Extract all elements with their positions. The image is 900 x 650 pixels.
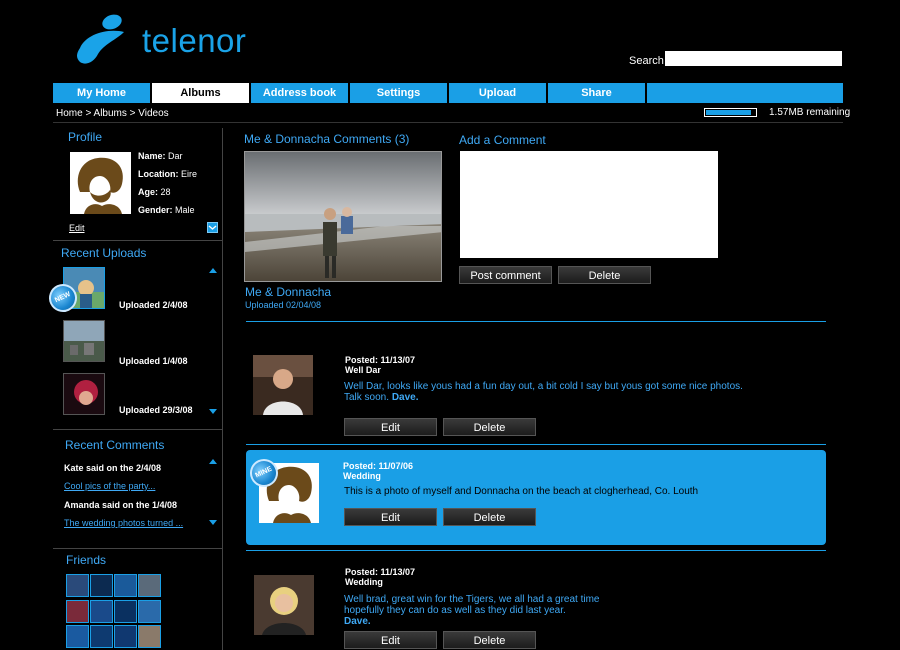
comment-text: Well Dar, looks like yous had a fun day … bbox=[344, 381, 754, 403]
header-divider bbox=[53, 122, 843, 123]
comment-delete-button[interactable]: Delete bbox=[443, 631, 536, 649]
sidebar-separator bbox=[53, 429, 222, 430]
profile-name: Name: Dar bbox=[138, 151, 183, 161]
comment-signature: Dave. bbox=[344, 616, 371, 627]
storage-bar bbox=[704, 108, 757, 117]
friends-grid bbox=[66, 574, 162, 650]
comment-delete-button[interactable]: Delete bbox=[443, 418, 536, 436]
comment-text: This is a photo of myself and Donnacha o… bbox=[344, 486, 699, 497]
breadcrumb: Home > Albums > Videos bbox=[56, 108, 169, 119]
search-label: Search bbox=[629, 55, 664, 67]
profile-gender-value: Male bbox=[175, 205, 195, 215]
telenor-logo-icon bbox=[77, 14, 124, 64]
upload-label-2: Uploaded 1/4/08 bbox=[119, 356, 188, 366]
friend-avatar[interactable] bbox=[90, 625, 113, 649]
telenor-logo[interactable]: telenor bbox=[72, 10, 252, 70]
recent-comment-link-1[interactable]: Cool pics of the party... bbox=[64, 481, 155, 491]
post-comment-button[interactable]: Post comment bbox=[459, 266, 552, 284]
comment-posted-date: Posted: 11/13/07 bbox=[345, 355, 416, 365]
friend-avatar[interactable] bbox=[90, 574, 113, 597]
friends-title: Friends bbox=[66, 553, 107, 567]
friend-avatar[interactable] bbox=[66, 599, 89, 623]
friend-avatar[interactable] bbox=[138, 625, 161, 649]
comment-delete-button[interactable]: Delete bbox=[443, 508, 536, 526]
recent-comment-link-2[interactable]: The wedding photos turned ... bbox=[64, 518, 183, 528]
comment-subject: Wedding bbox=[345, 577, 383, 587]
comment-body: Well brad, great win for the Tigers, we … bbox=[344, 594, 600, 616]
upload-label-3: Uploaded 29/3/08 bbox=[119, 405, 193, 415]
search-input[interactable] bbox=[665, 51, 842, 66]
friend-avatar[interactable] bbox=[66, 574, 89, 597]
comment-signature: Dave. bbox=[391, 392, 419, 403]
comment-edit-button[interactable]: Edit bbox=[344, 508, 437, 526]
recent-uploads-title: Recent Uploads bbox=[61, 246, 147, 260]
photo-comments-title: Me & Donnacha Comments (3) bbox=[244, 132, 410, 146]
friend-avatar[interactable] bbox=[138, 599, 161, 623]
recent-comment-said-1: Kate said on the 2/4/08 bbox=[64, 463, 162, 473]
profile-location-value: Eire bbox=[181, 169, 198, 179]
friend-avatar[interactable] bbox=[114, 625, 137, 649]
uploads-scroll-down-icon[interactable] bbox=[209, 409, 217, 414]
profile-avatar bbox=[70, 152, 131, 214]
comment-subject: Wedding bbox=[343, 471, 381, 481]
main-photo[interactable] bbox=[244, 151, 442, 282]
main-nav: My Home Albums Address book Settings Upl… bbox=[53, 83, 843, 103]
profile-age: Age: 28 bbox=[138, 187, 171, 197]
profile-name-value: Dar bbox=[168, 151, 183, 161]
tab-share[interactable]: Share bbox=[548, 83, 647, 103]
comment-posted-date: Posted: 11/07/06 bbox=[343, 461, 414, 471]
friend-avatar[interactable] bbox=[66, 625, 89, 649]
photo-caption[interactable]: Me & Donnacha bbox=[245, 285, 331, 299]
recent-comments-title: Recent Comments bbox=[65, 438, 165, 452]
comment-divider bbox=[246, 550, 826, 551]
tab-albums[interactable]: Albums bbox=[152, 83, 251, 103]
upload-thumb-3[interactable] bbox=[63, 373, 105, 415]
section-divider bbox=[246, 321, 826, 322]
recent-comment-said-2: Amanda said on the 1/4/08 bbox=[64, 500, 178, 510]
sidebar-separator bbox=[53, 548, 222, 549]
uploads-scroll-up-icon[interactable] bbox=[209, 268, 217, 273]
profile-name-label: Name: bbox=[138, 151, 166, 161]
profile-age-value: 28 bbox=[160, 187, 171, 197]
friend-avatar[interactable] bbox=[114, 599, 137, 623]
profile-title: Profile bbox=[68, 130, 103, 144]
comments-scroll-down-icon[interactable] bbox=[209, 520, 217, 525]
profile-expand-icon[interactable] bbox=[207, 222, 218, 233]
comment-avatar bbox=[254, 575, 314, 635]
comment-subject: Well Dar bbox=[345, 365, 381, 375]
comment-textarea[interactable] bbox=[460, 151, 718, 258]
tab-my-home[interactable]: My Home bbox=[53, 83, 152, 103]
friend-avatar[interactable] bbox=[114, 574, 137, 597]
profile-edit-link[interactable]: Edit bbox=[69, 223, 85, 233]
storage-bar-fill bbox=[706, 110, 752, 115]
tab-settings[interactable]: Settings bbox=[350, 83, 449, 103]
profile-location: Location: Eire bbox=[138, 169, 197, 179]
comment-text: Well brad, great win for the Tigers, we … bbox=[344, 594, 609, 627]
comments-scroll-up-icon[interactable] bbox=[209, 459, 217, 464]
comment-avatar bbox=[253, 355, 313, 415]
delete-comment-button[interactable]: Delete bbox=[558, 266, 651, 284]
profile-location-label: Location: bbox=[138, 169, 179, 179]
upload-thumb-2[interactable] bbox=[63, 320, 105, 362]
profile-gender-label: Gender: bbox=[138, 205, 173, 215]
tab-address-book[interactable]: Address book bbox=[251, 83, 350, 103]
comment-edit-button[interactable]: Edit bbox=[344, 418, 437, 436]
friend-avatar[interactable] bbox=[138, 574, 161, 597]
profile-gender: Gender: Male bbox=[138, 205, 195, 215]
tab-upload[interactable]: Upload bbox=[449, 83, 548, 103]
brand-name: telenor bbox=[142, 22, 247, 59]
friend-avatar[interactable] bbox=[90, 599, 113, 623]
my-comment-card bbox=[246, 450, 826, 545]
sidebar-separator bbox=[53, 240, 222, 241]
upload-label-1: Uploaded 2/4/08 bbox=[119, 300, 188, 310]
comment-edit-button[interactable]: Edit bbox=[344, 631, 437, 649]
profile-age-label: Age: bbox=[138, 187, 158, 197]
comment-posted-date: Posted: 11/13/07 bbox=[345, 567, 416, 577]
sidebar-divider bbox=[222, 128, 223, 650]
storage-remaining: 1.57MB remaining bbox=[769, 107, 851, 118]
photo-date: Uploaded 02/04/08 bbox=[245, 300, 322, 310]
add-comment-title: Add a Comment bbox=[459, 133, 546, 147]
comment-divider bbox=[246, 444, 826, 445]
